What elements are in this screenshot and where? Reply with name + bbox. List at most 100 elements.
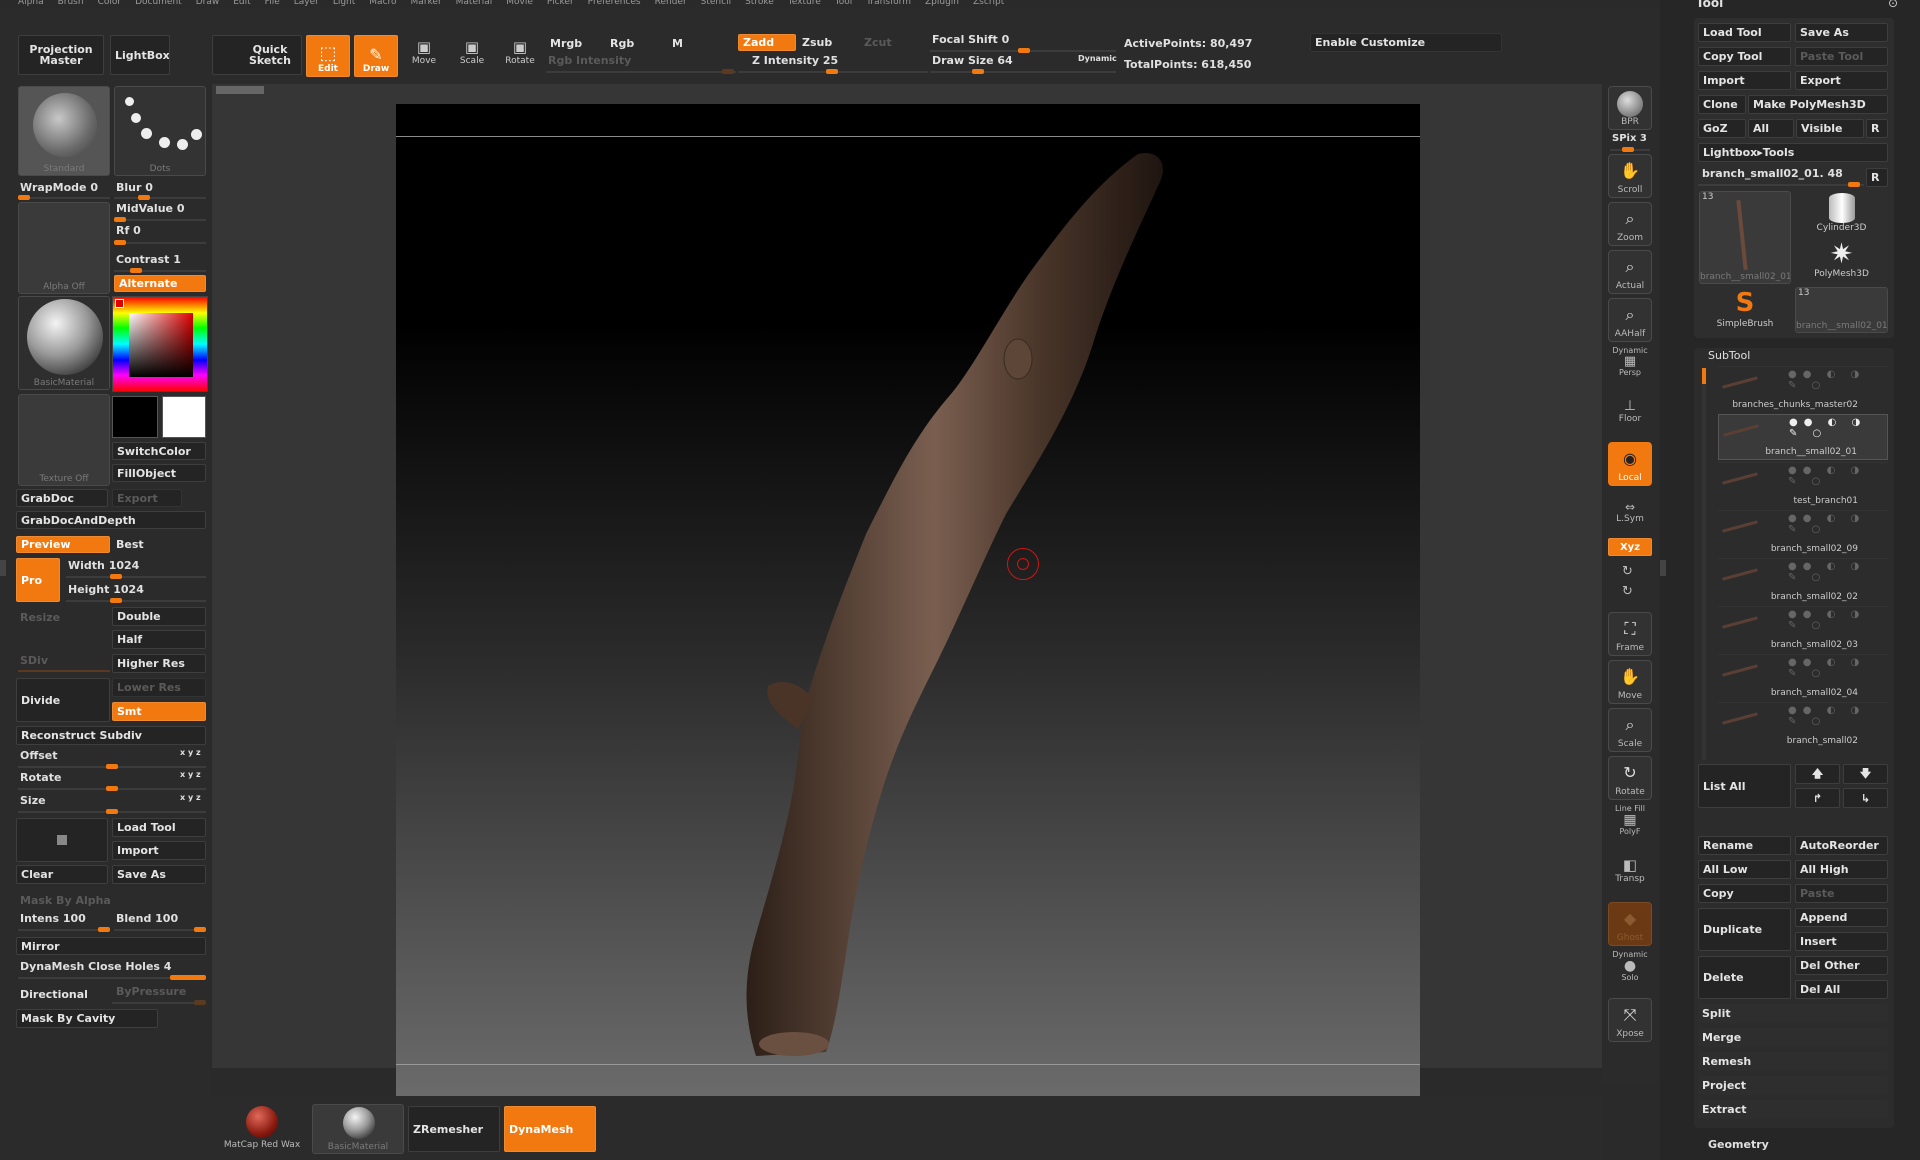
insert-button[interactable]: Insert: [1795, 932, 1888, 951]
subtool-row[interactable]: ●● ◐ ◑ ✎ ○ branch_small02_03: [1718, 606, 1888, 652]
rotate-z-icon[interactable]: ↻: [1622, 584, 1633, 599]
all-high-button[interactable]: All High: [1795, 860, 1888, 879]
smt-button[interactable]: Smt: [112, 702, 206, 721]
subtool-copy-button[interactable]: Copy: [1698, 884, 1791, 903]
stroke-thumbnail[interactable]: Dots: [114, 86, 206, 176]
contrast-slider[interactable]: [114, 268, 206, 273]
menu-item[interactable]: Tool: [835, 0, 852, 7]
secondary-color-swatch[interactable]: [162, 396, 206, 438]
rotate-slider[interactable]: [18, 786, 206, 791]
menu-item[interactable]: Render: [655, 0, 687, 7]
projection-master-button[interactable]: Projection Master: [18, 35, 104, 75]
divide-button[interactable]: Divide: [16, 678, 110, 722]
height-slider[interactable]: [66, 598, 206, 603]
grabdocanddepth-button[interactable]: GrabDocAndDepth: [16, 511, 206, 529]
subtool-row[interactable]: ●● ◐ ◑ ✎ ○ branch_small02_02: [1718, 558, 1888, 604]
subtool-move-down-button[interactable]: ↳: [1843, 788, 1888, 808]
right-gutter-handle[interactable]: [1660, 560, 1666, 576]
grabdoc-button[interactable]: GrabDoc: [16, 489, 108, 507]
copy-tool-button[interactable]: Copy Tool: [1698, 47, 1791, 66]
move-view-button[interactable]: ✋ Move: [1608, 660, 1652, 704]
list-all-button[interactable]: List All: [1698, 764, 1791, 808]
bypressure-button[interactable]: ByPressure: [112, 982, 206, 1000]
make-polymesh-button[interactable]: Make PolyMesh3D: [1748, 95, 1888, 114]
draw-size-knob[interactable]: [972, 69, 984, 74]
export-button[interactable]: Export: [112, 489, 182, 507]
zremesher-button[interactable]: ZRemesher: [408, 1106, 500, 1152]
subtool-visibility-icons[interactable]: ●● ◐ ◑ ✎ ○: [1788, 561, 1888, 583]
current-tool-knob[interactable]: [1848, 182, 1860, 187]
solo-button[interactable]: Dynamic ● Solo: [1608, 950, 1652, 992]
duplicate-button[interactable]: Duplicate: [1698, 908, 1791, 951]
subtool-visibility-icons[interactable]: ●● ◐ ◑ ✎ ○: [1788, 369, 1888, 391]
draw-size-slider[interactable]: [930, 69, 1116, 74]
zoom-button[interactable]: ⌕ Zoom: [1608, 202, 1652, 246]
menu-item[interactable]: Preferences: [588, 0, 641, 7]
mrgb-button[interactable]: Mrgb: [546, 34, 604, 52]
menu-item[interactable]: Stencil: [701, 0, 731, 7]
menu-item[interactable]: Transform: [866, 0, 911, 7]
left-gutter-handle[interactable]: [0, 560, 6, 576]
save-as-button[interactable]: Save As: [112, 865, 206, 884]
texture-thumbnail[interactable]: Texture Off: [18, 394, 110, 486]
zcut-button[interactable]: Zcut: [860, 34, 918, 51]
subtool-row[interactable]: ●● ◐ ◑ ✎ ○ test_branch01: [1718, 462, 1888, 508]
menu-item[interactable]: Edit: [233, 0, 250, 7]
menu-item[interactable]: Macro: [369, 0, 396, 7]
subtool-visibility-icons[interactable]: ●● ◐ ◑ ✎ ○: [1788, 465, 1888, 487]
lightbox-tools-button[interactable]: Lightbox▸Tools: [1698, 143, 1888, 162]
mirror-button[interactable]: Mirror: [16, 937, 206, 955]
tool-thumb-simplebrush[interactable]: S SimpleBrush: [1699, 287, 1791, 333]
tool-panel-close-icon[interactable]: ⊙: [1888, 0, 1898, 10]
spix-knob[interactable]: [1622, 147, 1634, 152]
switchcolor-button[interactable]: SwitchColor: [112, 442, 206, 460]
size-slider[interactable]: [18, 809, 206, 814]
del-other-button[interactable]: Del Other: [1795, 956, 1888, 975]
merge-button[interactable]: Merge: [1698, 1028, 1888, 1047]
current-tool-r-button[interactable]: R: [1866, 168, 1888, 187]
wrapmode-knob[interactable]: [18, 195, 30, 200]
lower-res-button[interactable]: Lower Res: [112, 678, 206, 697]
midvalue-knob[interactable]: [114, 217, 126, 222]
del-all-button[interactable]: Del All: [1795, 980, 1888, 999]
menu-item[interactable]: Light: [333, 0, 355, 7]
bpr-button[interactable]: BPR: [1608, 86, 1652, 130]
project-button[interactable]: Project: [1698, 1076, 1888, 1095]
material-thumbnail[interactable]: BasicMaterial: [18, 296, 110, 390]
clone-button[interactable]: Clone: [1698, 95, 1746, 114]
xyz-button[interactable]: Xyz: [1608, 538, 1652, 556]
menu-item[interactable]: Stroke: [745, 0, 774, 7]
tool-save-as-button[interactable]: Save As: [1795, 23, 1888, 42]
menu-item[interactable]: Material: [456, 0, 493, 7]
delete-button[interactable]: Delete: [1698, 956, 1791, 999]
tool-preview-button[interactable]: [16, 818, 108, 862]
menu-item[interactable]: Alpha: [18, 0, 44, 7]
goz-button[interactable]: GoZ: [1698, 119, 1746, 138]
intens-slider[interactable]: [18, 927, 110, 932]
subtool-row[interactable]: ●● ◐ ◑ ✎ ○ branch_small02_04: [1718, 654, 1888, 700]
menu-item[interactable]: Zscript: [973, 0, 1004, 7]
double-button[interactable]: Double: [112, 607, 206, 626]
main-color-swatch[interactable]: [112, 396, 158, 438]
reconstruct-subdiv-button[interactable]: Reconstruct Subdiv: [16, 726, 206, 745]
menu-item[interactable]: Marker: [411, 0, 442, 7]
menu-item[interactable]: Draw: [196, 0, 220, 7]
menu-item[interactable]: Brush: [58, 0, 84, 7]
draw-button[interactable]: ✎ Draw: [354, 35, 398, 77]
dynamesh-close-holes-slider[interactable]: [18, 975, 206, 980]
rotate-knob[interactable]: [106, 786, 118, 791]
menu-item[interactable]: File: [265, 0, 280, 7]
best-button[interactable]: Best: [112, 536, 206, 553]
subtool-visibility-icons[interactable]: ●● ◐ ◑ ✎ ○: [1788, 513, 1888, 535]
midvalue-slider[interactable]: [114, 217, 206, 222]
blend-knob[interactable]: [194, 927, 206, 932]
subtool-row[interactable]: ●● ◐ ◑ ✎ ○ branches_chunks_master02: [1718, 366, 1888, 412]
subtool-move-up-button[interactable]: ↱: [1795, 788, 1840, 808]
width-knob[interactable]: [110, 574, 122, 579]
rotate-view-button[interactable]: ↻ Rotate: [1608, 756, 1652, 800]
move-button[interactable]: ▣ Move: [402, 38, 446, 74]
quick-sketch-button[interactable]: Quick Sketch: [212, 35, 302, 75]
remesh-button[interactable]: Remesh: [1698, 1052, 1888, 1071]
menu-item[interactable]: Layer: [294, 0, 319, 7]
rgb-intensity-slider[interactable]: [546, 69, 736, 74]
